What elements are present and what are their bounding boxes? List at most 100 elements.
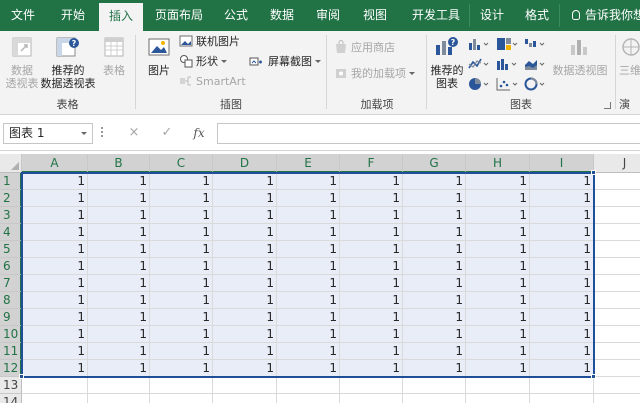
cell-f7[interactable]: 1 bbox=[340, 275, 403, 292]
cell-c2[interactable]: 1 bbox=[150, 190, 213, 207]
cell-f11[interactable]: 1 bbox=[340, 343, 403, 360]
cell-j12[interactable] bbox=[594, 360, 640, 377]
row-header-5[interactable]: 5 bbox=[0, 241, 22, 258]
cell-j6[interactable] bbox=[594, 258, 640, 275]
cell-h4[interactable]: 1 bbox=[466, 224, 530, 241]
column-header-h[interactable]: H bbox=[466, 154, 530, 173]
cell-j3[interactable] bbox=[594, 207, 640, 224]
cell-e14[interactable] bbox=[277, 394, 340, 403]
cell-j8[interactable] bbox=[594, 292, 640, 309]
insert-function-icon[interactable]: fx bbox=[189, 124, 209, 142]
cell-i7[interactable]: 1 bbox=[530, 275, 594, 292]
cell-g6[interactable]: 1 bbox=[403, 258, 466, 275]
cell-i10[interactable]: 1 bbox=[530, 326, 594, 343]
tab-home[interactable]: 开始 bbox=[50, 0, 96, 31]
cell-i13[interactable] bbox=[530, 377, 594, 394]
cell-e3[interactable]: 1 bbox=[277, 207, 340, 224]
cell-f8[interactable]: 1 bbox=[340, 292, 403, 309]
row-header-11[interactable]: 11 bbox=[0, 343, 22, 360]
cell-c3[interactable]: 1 bbox=[150, 207, 213, 224]
selection-resize-handle[interactable] bbox=[591, 170, 596, 175]
cell-d10[interactable]: 1 bbox=[213, 326, 277, 343]
row-header-6[interactable]: 6 bbox=[0, 258, 22, 275]
cell-g4[interactable]: 1 bbox=[403, 224, 466, 241]
cell-f12[interactable]: 1 bbox=[340, 360, 403, 377]
cell-c13[interactable] bbox=[150, 377, 213, 394]
cell-c9[interactable]: 1 bbox=[150, 309, 213, 326]
row-header-8[interactable]: 8 bbox=[0, 292, 22, 309]
cell-c4[interactable]: 1 bbox=[150, 224, 213, 241]
cell-b9[interactable]: 1 bbox=[88, 309, 150, 326]
cell-b12[interactable]: 1 bbox=[88, 360, 150, 377]
cancel-icon[interactable]: × bbox=[124, 124, 144, 142]
cell-e6[interactable]: 1 bbox=[277, 258, 340, 275]
cell-b2[interactable]: 1 bbox=[88, 190, 150, 207]
store-button[interactable]: 应用商店 bbox=[334, 39, 395, 57]
cell-f6[interactable]: 1 bbox=[340, 258, 403, 275]
tab-formulas[interactable]: 公式 bbox=[216, 0, 256, 31]
cell-c14[interactable] bbox=[150, 394, 213, 403]
column-header-d[interactable]: D bbox=[213, 154, 277, 173]
cell-g12[interactable]: 1 bbox=[403, 360, 466, 377]
cell-g5[interactable]: 1 bbox=[403, 241, 466, 258]
tab-chart-format[interactable]: 格式 bbox=[517, 0, 557, 31]
screenshot-button[interactable]: 屏幕截图 bbox=[249, 53, 321, 71]
cell-d6[interactable]: 1 bbox=[213, 258, 277, 275]
cell-f4[interactable]: 1 bbox=[340, 224, 403, 241]
recommended-pivot-button[interactable]: ? 推荐的 数据透视表 bbox=[40, 35, 96, 90]
cell-e7[interactable]: 1 bbox=[277, 275, 340, 292]
row-header-2[interactable]: 2 bbox=[0, 190, 22, 207]
cell-d12[interactable]: 1 bbox=[213, 360, 277, 377]
cell-a4[interactable]: 1 bbox=[22, 224, 88, 241]
cell-g2[interactable]: 1 bbox=[403, 190, 466, 207]
column-chart-button[interactable] bbox=[468, 37, 492, 54]
row-header-1[interactable]: 1 bbox=[0, 173, 22, 190]
cell-g11[interactable]: 1 bbox=[403, 343, 466, 360]
cell-j4[interactable] bbox=[594, 224, 640, 241]
cell-i14[interactable] bbox=[530, 394, 594, 403]
cell-e10[interactable]: 1 bbox=[277, 326, 340, 343]
cell-d3[interactable]: 1 bbox=[213, 207, 277, 224]
column-header-e[interactable]: E bbox=[277, 154, 340, 173]
pivot-table-button[interactable]: 数据 透视表 bbox=[2, 35, 42, 90]
tab-page-layout[interactable]: 页面布局 bbox=[147, 0, 211, 31]
pie-chart-button[interactable] bbox=[468, 77, 492, 94]
cell-f9[interactable]: 1 bbox=[340, 309, 403, 326]
column-header-b[interactable]: B bbox=[88, 154, 150, 173]
column-header-c[interactable]: C bbox=[150, 154, 213, 173]
cell-d9[interactable]: 1 bbox=[213, 309, 277, 326]
cell-d13[interactable] bbox=[213, 377, 277, 394]
cell-b1[interactable]: 1 bbox=[88, 173, 150, 190]
cell-j10[interactable] bbox=[594, 326, 640, 343]
cell-j7[interactable] bbox=[594, 275, 640, 292]
cell-a12[interactable]: 1 bbox=[22, 360, 88, 377]
cell-a5[interactable]: 1 bbox=[22, 241, 88, 258]
area-chart-button[interactable] bbox=[524, 57, 548, 74]
charts-dialog-launcher-icon[interactable] bbox=[604, 102, 611, 109]
cell-j9[interactable] bbox=[594, 309, 640, 326]
cell-a7[interactable]: 1 bbox=[22, 275, 88, 292]
cell-g7[interactable]: 1 bbox=[403, 275, 466, 292]
cell-h6[interactable]: 1 bbox=[466, 258, 530, 275]
enter-icon[interactable]: ✓ bbox=[157, 124, 177, 142]
cell-i11[interactable]: 1 bbox=[530, 343, 594, 360]
cell-g8[interactable]: 1 bbox=[403, 292, 466, 309]
cell-d14[interactable] bbox=[213, 394, 277, 403]
cell-i9[interactable]: 1 bbox=[530, 309, 594, 326]
column-header-i[interactable]: I bbox=[530, 154, 594, 173]
cell-d1[interactable]: 1 bbox=[213, 173, 277, 190]
hierarchy-chart-button[interactable] bbox=[496, 37, 520, 54]
cell-i3[interactable]: 1 bbox=[530, 207, 594, 224]
tab-view[interactable]: 视图 bbox=[355, 0, 395, 31]
statistic-chart-button[interactable] bbox=[496, 57, 520, 74]
cell-c5[interactable]: 1 bbox=[150, 241, 213, 258]
row-header-14[interactable]: 14 bbox=[0, 394, 22, 403]
cell-b7[interactable]: 1 bbox=[88, 275, 150, 292]
row-header-13[interactable]: 13 bbox=[0, 377, 22, 394]
my-addins-button[interactable]: 我的加载项 bbox=[334, 65, 415, 83]
cell-i5[interactable]: 1 bbox=[530, 241, 594, 258]
cell-j2[interactable] bbox=[594, 190, 640, 207]
cell-g1[interactable]: 1 bbox=[403, 173, 466, 190]
row-header-10[interactable]: 10 bbox=[0, 326, 22, 343]
cell-d7[interactable]: 1 bbox=[213, 275, 277, 292]
